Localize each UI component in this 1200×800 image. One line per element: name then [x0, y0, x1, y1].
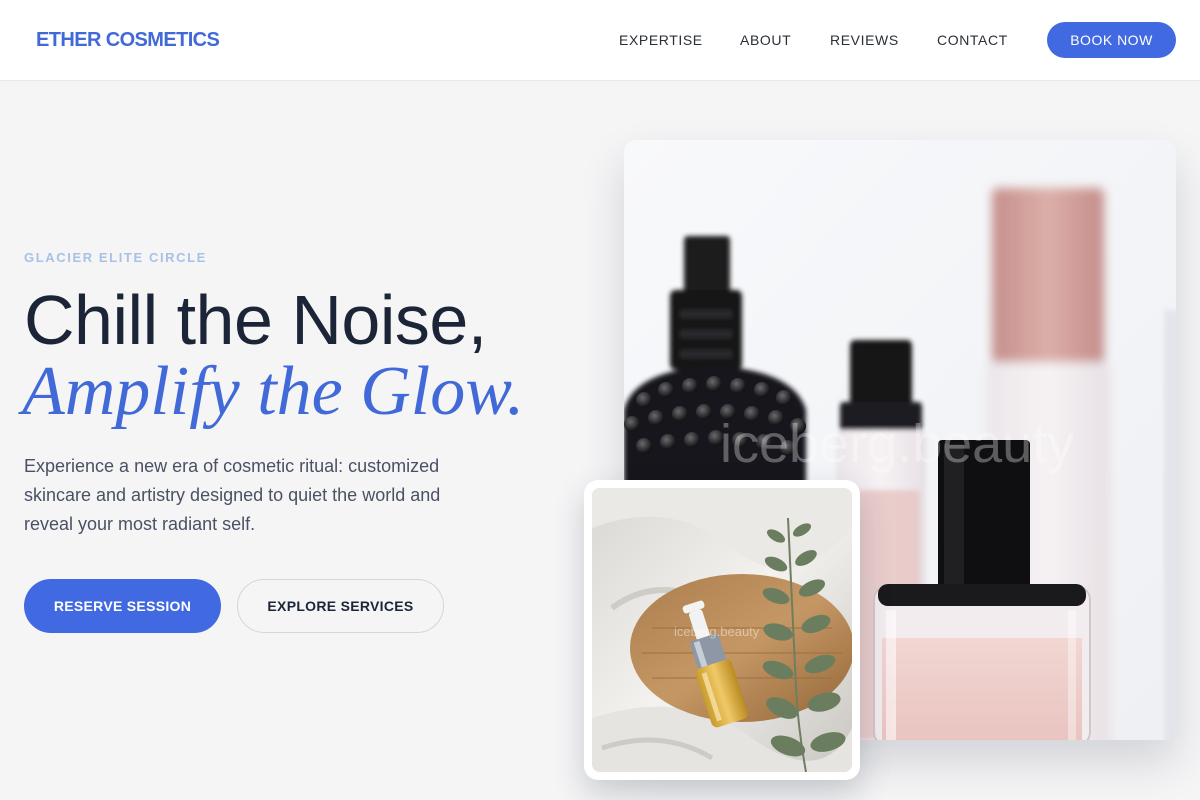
nav-link-about[interactable]: ABOUT [740, 32, 791, 48]
inset-image-watermark: iceberg.beauty [674, 624, 760, 639]
site-header: ETHER COSMETICS EXPERTISE ABOUT REVIEWS … [0, 0, 1200, 81]
hero-headline-line2: Amplify the Glow. [22, 353, 525, 430]
hero-headline-line1: Chill the Noise, [24, 281, 487, 359]
book-now-button[interactable]: BOOK NOW [1047, 22, 1176, 58]
main-image-watermark: iceberg.beauty [720, 414, 1074, 474]
serum-product-image: iceberg.beauty [592, 488, 852, 772]
reserve-session-button[interactable]: RESERVE SESSION [24, 579, 221, 633]
brand-logo[interactable]: ETHER COSMETICS [36, 29, 220, 52]
explore-services-button[interactable]: EXPLORE SERVICES [237, 579, 444, 633]
hero-eyebrow: GLACIER ELITE CIRCLE [24, 250, 207, 265]
hero-description: Experience a new era of cosmetic ritual:… [24, 456, 441, 534]
nav-link-contact[interactable]: CONTACT [937, 32, 1008, 48]
inset-image-frame: iceberg.beauty [584, 480, 860, 780]
nav-link-expertise[interactable]: EXPERTISE [619, 32, 703, 48]
nav-link-reviews[interactable]: REVIEWS [830, 32, 899, 48]
